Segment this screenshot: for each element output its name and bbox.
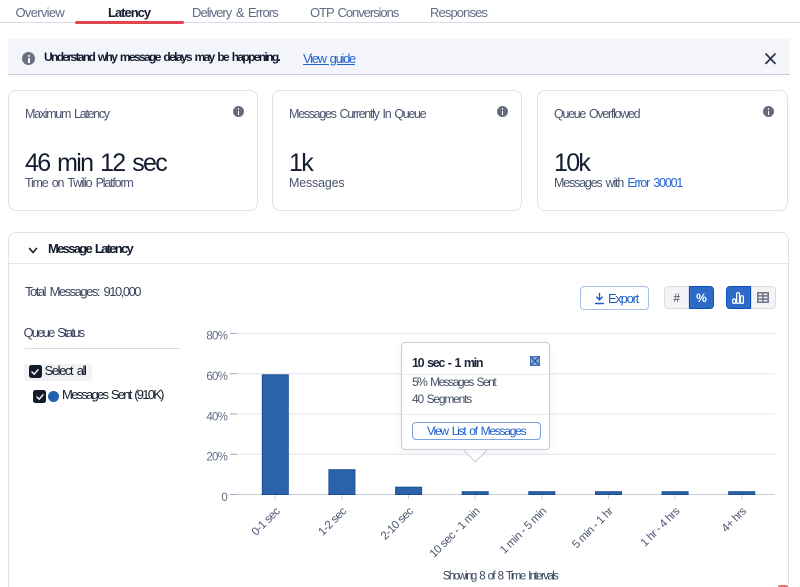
svg-text:1 min - 5 min: 1 min - 5 min <box>498 506 549 557</box>
svg-text:2-10 sec: 2-10 sec <box>379 505 416 542</box>
svg-text:1-2 sec: 1-2 sec <box>316 505 349 538</box>
svg-text:60%: 60% <box>206 371 227 383</box>
svg-text:Showing 8 of 8 Time Intervals: Showing 8 of 8 Time Intervals <box>443 570 559 582</box>
svg-text:0: 0 <box>221 492 227 504</box>
svg-text:0-1 sec: 0-1 sec <box>250 505 283 538</box>
svg-text:5 min - 1 hr: 5 min - 1 hr <box>570 505 616 551</box>
svg-text:40%: 40% <box>206 411 227 423</box>
svg-text:80%: 80% <box>206 331 227 343</box>
svg-text:1 hr - 4 hrs: 1 hr - 4 hrs <box>639 505 683 549</box>
svg-text:10 sec - 1 min: 10 sec - 1 min <box>428 506 483 561</box>
svg-text:20%: 20% <box>206 452 227 464</box>
svg-text:4+ hrs: 4+ hrs <box>720 505 750 535</box>
